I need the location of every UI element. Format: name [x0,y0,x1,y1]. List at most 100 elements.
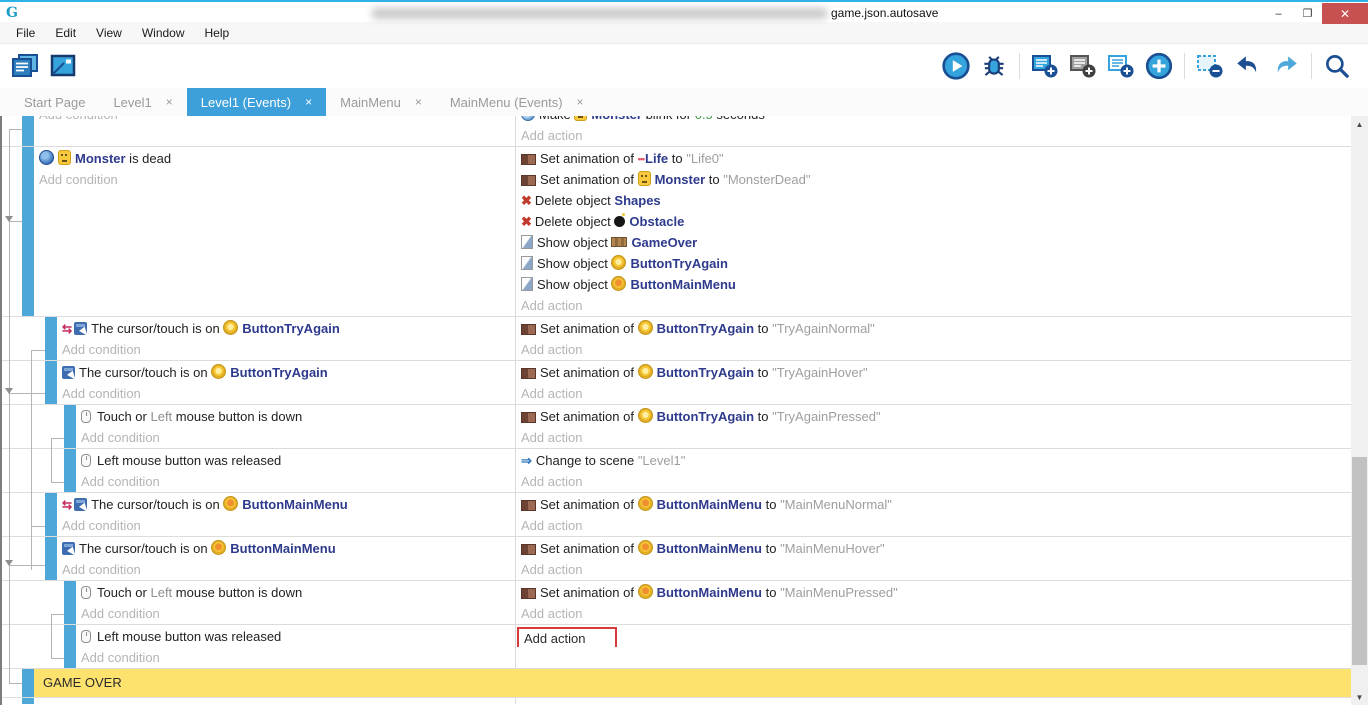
condition-line[interactable]: ⇆The cursor/touch is on ButtonTryAgain [57,318,515,339]
add-event-button[interactable] [1028,50,1062,82]
actions-cell[interactable]: Set animation of ButtonTryAgain to "TryA… [515,405,1351,448]
action-line[interactable]: Show object ButtonTryAgain [516,253,1351,274]
action-line[interactable]: ✖Delete object Obstacle [516,211,1351,232]
undo-button[interactable] [1231,50,1265,82]
scrollbar-thumb[interactable] [1352,457,1367,665]
debugger-button[interactable] [977,50,1011,82]
event-selection-bar[interactable] [22,669,34,697]
restore-button[interactable]: ❐ [1293,3,1322,24]
tab-close-icon[interactable]: × [166,95,173,109]
actions-cell[interactable]: Set animation of ButtonTryAgain to "TryA… [515,317,1351,360]
projects-list-button[interactable] [8,50,42,82]
action-line[interactable]: Make Monster blink for 0.5 seconds [516,116,1351,125]
action-line[interactable]: Set animation of ButtonMainMenu to "Main… [516,582,1351,603]
actions-cell[interactable]: Set animation of ButtonMainMenu to "Main… [515,581,1351,624]
add-condition-button[interactable]: Add condition [81,474,160,489]
comment-text[interactable]: GAME OVER [34,669,1351,697]
comment-row[interactable]: GAME OVER [2,669,1351,698]
actions-cell[interactable]: ⇒Change to scene "Level1"Add action [515,449,1351,492]
menu-help[interactable]: Help [195,22,240,44]
action-line[interactable]: Set animation of ButtonTryAgain to "TryA… [516,362,1351,383]
condition-line[interactable]: Left mouse button was released [76,626,515,647]
add-condition-button[interactable]: Add condition [62,518,141,533]
add-condition-button[interactable]: Add condition [39,172,118,187]
tab-level1-events-[interactable]: Level1 (Events)× [187,88,326,116]
scroll-down-arrow-icon[interactable]: ▼ [1351,690,1368,704]
conditions-cell[interactable]: ⇆The cursor/touch is on ButtonTryAgain Ad… [57,317,515,360]
condition-line[interactable]: The cursor/touch is on ButtonTryAgain [57,362,515,383]
event-selection-bar[interactable] [64,625,76,668]
add-action-button[interactable]: Add action [521,518,582,533]
editor-window-button[interactable] [46,50,80,82]
conditions-cell[interactable]: Left mouse button was released Add condit… [76,449,515,492]
add-condition-button[interactable]: Add condition [81,650,160,665]
tab-close-icon[interactable]: × [305,95,312,109]
action-line[interactable]: Set animation of •••Life to "Life0" [516,148,1351,169]
vertical-scrollbar[interactable]: ▲ ▼ [1351,116,1368,705]
menu-edit[interactable]: Edit [45,22,86,44]
add-condition-button[interactable]: Add condition [81,606,160,621]
actions-cell[interactable]: Add action [515,625,1351,668]
menu-view[interactable]: View [86,22,132,44]
event-selection-bar[interactable] [64,449,76,492]
action-line[interactable]: Set animation of Monster to "MonsterDead… [516,169,1351,190]
condition-line[interactable]: The cursor/touch is on ButtonMainMenu [57,538,515,559]
add-condition-button[interactable]: Add condition [39,116,118,122]
conditions-cell[interactable]: Monster is dead Add condition [34,147,515,316]
event-selection-bar[interactable] [45,537,57,580]
add-condition-button[interactable]: Add condition [62,386,141,401]
add-condition-button[interactable]: Add condition [81,430,160,445]
condition-line[interactable]: Touch or Left mouse button is down [76,582,515,603]
action-line[interactable]: Show object GameOver [516,232,1351,253]
add-condition-button[interactable]: Add condition [62,342,141,357]
event-selection-bar[interactable] [22,698,34,704]
event-selection-bar[interactable] [64,405,76,448]
tab-mainmenu-events-[interactable]: MainMenu (Events)× [436,88,598,116]
add-action-button-highlighted[interactable]: Add action [517,627,617,647]
scroll-up-arrow-icon[interactable]: ▲ [1351,117,1368,131]
expand-arrow-icon[interactable] [5,560,13,566]
condition-line[interactable]: Left mouse button was released [76,450,515,471]
add-action-button[interactable]: Add action [521,386,582,401]
condition-line[interactable]: ⇆The cursor/touch is on ButtonMainMenu [57,494,515,515]
event-selection-bar[interactable] [64,581,76,624]
actions-cell[interactable]: Set animation of ButtonMainMenu to "Main… [515,537,1351,580]
tab-level1[interactable]: Level1× [99,88,186,116]
add-comment-button[interactable] [1104,50,1138,82]
minimize-button[interactable]: – [1264,3,1293,24]
tab-mainmenu[interactable]: MainMenu× [326,88,436,116]
conditions-cell[interactable]: ⇆The cursor/touch is on ButtonMainMenu Ad… [57,493,515,536]
conditions-cell[interactable]: Add condition [34,116,515,146]
redo-button[interactable] [1269,50,1303,82]
menu-window[interactable]: Window [132,22,195,44]
add-action-button[interactable]: Add action [521,562,582,577]
menu-file[interactable]: File [6,22,45,44]
actions-cell[interactable]: Set animation of ButtonTryAgain to "TryA… [515,361,1351,404]
actions-cell[interactable]: Set animation of ButtonMainMenu to "Main… [515,493,1351,536]
search-button[interactable] [1320,50,1354,82]
action-line[interactable]: ✖Delete object Shapes [516,190,1351,211]
action-line[interactable]: Set animation of ButtonTryAgain to "TryA… [516,318,1351,339]
event-selection-bar[interactable] [45,361,57,404]
action-line[interactable]: Set animation of ButtonMainMenu to "Main… [516,538,1351,559]
action-line[interactable]: Set animation of ButtonTryAgain to "TryA… [516,406,1351,427]
add-condition-button[interactable]: Add condition [62,562,141,577]
add-action-button[interactable]: Add action [521,606,582,621]
actions-cell[interactable]: Set animation of •••Life to "Life0"Set a… [515,147,1351,316]
action-line[interactable]: ⇒Change to scene "Level1" [516,450,1351,471]
add-action-button[interactable]: Add action [521,128,582,143]
condition-line[interactable]: Monster is dead [34,148,515,169]
conditions-cell[interactable]: Touch or Left mouse button is down Add co… [76,581,515,624]
action-line[interactable]: Show object ButtonMainMenu [516,274,1351,295]
close-button[interactable]: ✕ [1322,3,1368,24]
condition-line[interactable]: Touch or Left mouse button is down [76,406,515,427]
conditions-cell[interactable]: Left mouse button was released Add condit… [76,625,515,668]
action-line[interactable]: Set animation of ButtonMainMenu to "Main… [516,494,1351,515]
conditions-cell[interactable]: The cursor/touch is on ButtonTryAgain Add… [57,361,515,404]
expand-arrow-icon[interactable] [5,216,13,222]
add-subevent-button[interactable] [1066,50,1100,82]
add-action-button[interactable]: Add action [521,298,582,313]
event-selection-bar[interactable] [22,116,34,146]
delete-event-button[interactable] [1193,50,1227,82]
add-action-button[interactable]: Add action [521,342,582,357]
